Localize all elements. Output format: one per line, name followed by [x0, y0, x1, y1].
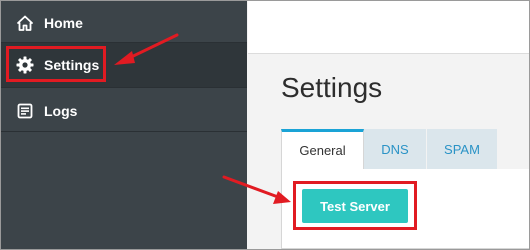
- arrow-to-settings-icon: [114, 33, 179, 65]
- annotation-arrows: [114, 33, 291, 204]
- arrow-to-test-server-icon: [222, 175, 291, 204]
- app-window: Home Settings Logs Settings General DNS …: [0, 0, 530, 250]
